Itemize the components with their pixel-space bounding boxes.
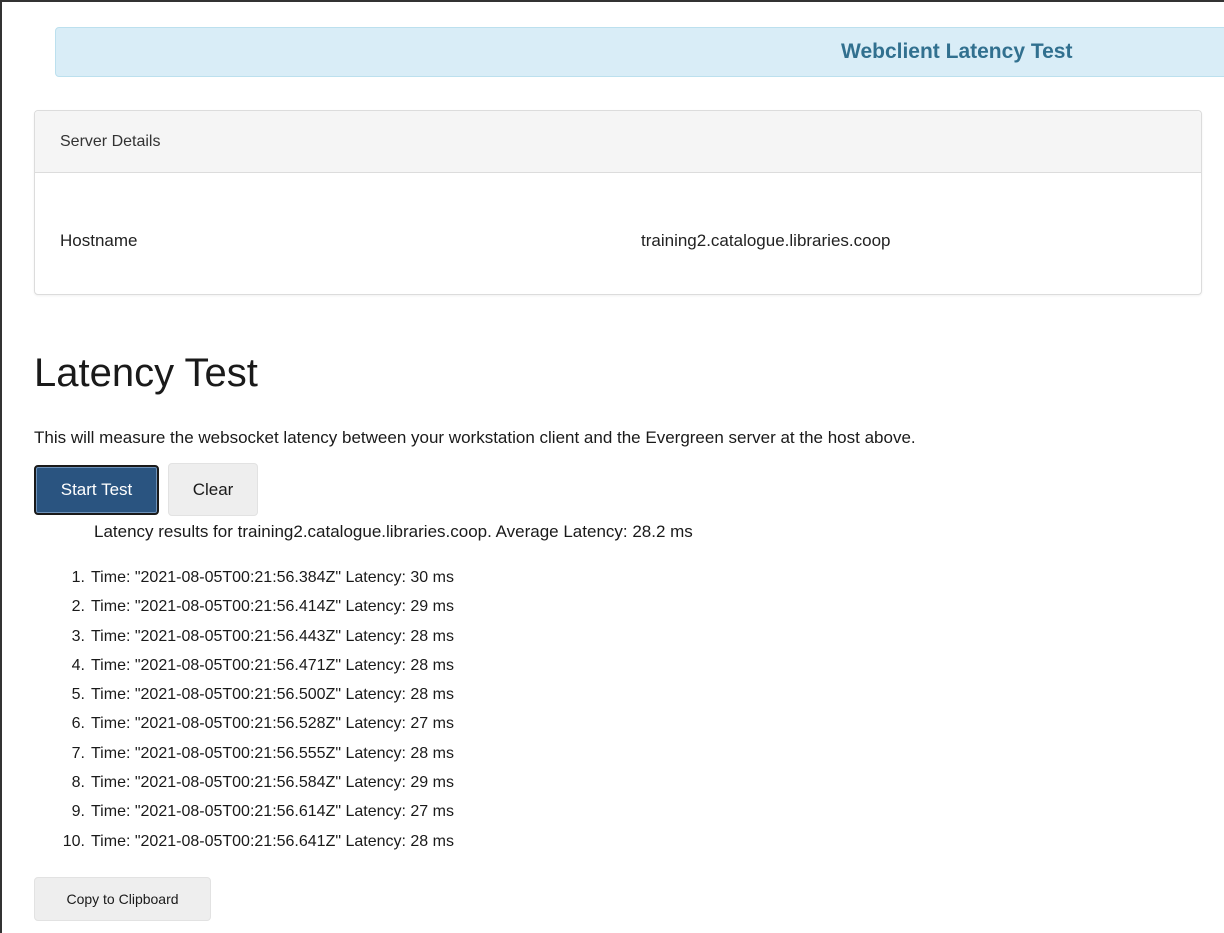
result-number: 9. [71,803,85,821]
result-item: 6. Time: "2021-08-05T00:21:56.528Z" Late… [34,709,454,738]
result-item: 3. Time: "2021-08-05T00:21:56.443Z" Late… [34,622,454,651]
result-text: Time: "2021-08-05T00:21:56.471Z" Latency… [91,656,454,674]
results-summary: Latency results for training2.catalogue.… [94,522,693,541]
hostname-value: training2.catalogue.libraries.coop [641,231,891,250]
page-banner: Webclient Latency Test [55,27,1224,77]
latency-test-description: This will measure the websocket latency … [34,428,916,447]
result-item: 2. Time: "2021-08-05T00:21:56.414Z" Late… [34,592,454,621]
result-number: 6. [71,715,85,733]
result-number: 7. [71,744,85,762]
result-text: Time: "2021-08-05T00:21:56.555Z" Latency… [91,744,454,762]
result-text: Time: "2021-08-05T00:21:56.528Z" Latency… [91,715,454,733]
result-text: Time: "2021-08-05T00:21:56.384Z" Latency… [91,569,454,586]
window-frame-top [0,0,1224,2]
result-text: Time: "2021-08-05T00:21:56.614Z" Latency… [91,803,454,821]
result-number: 4. [71,656,85,674]
results-list: 1. Time: "2021-08-05T00:21:56.384Z" Late… [34,563,454,856]
result-number: 3. [71,627,85,645]
result-number: 10. [62,832,85,850]
clear-button[interactable]: Clear [168,463,258,516]
page-title: Webclient Latency Test [841,40,1073,63]
result-text: Time: "2021-08-05T00:21:56.414Z" Latency… [91,598,454,616]
server-details-title: Server Details [60,133,161,150]
result-item: 9. Time: "2021-08-05T00:21:56.614Z" Late… [34,797,454,826]
result-item: 10. Time: "2021-08-05T00:21:56.641Z" Lat… [34,827,454,856]
hostname-label: Hostname [60,231,138,250]
result-item: 4. Time: "2021-08-05T00:21:56.471Z" Late… [34,651,454,680]
latency-test-heading: Latency Test [34,351,258,395]
result-number: 5. [71,686,85,704]
result-item: 1. Time: "2021-08-05T00:21:56.384Z" Late… [34,563,454,592]
result-item: 5. Time: "2021-08-05T00:21:56.500Z" Late… [34,680,454,709]
result-number: 8. [71,774,85,792]
server-details-heading: Server Details [35,111,1201,173]
window-frame-left [0,0,2,933]
result-text: Time: "2021-08-05T00:21:56.443Z" Latency… [91,627,454,645]
start-test-button[interactable]: Start Test [34,465,159,515]
result-number: 1. [71,569,85,586]
result-number: 2. [71,598,85,616]
copy-to-clipboard-button[interactable]: Copy to Clipboard [34,877,211,921]
result-item: 8. Time: "2021-08-05T00:21:56.584Z" Late… [34,768,454,797]
result-text: Time: "2021-08-05T00:21:56.641Z" Latency… [91,832,454,850]
server-details-panel: Server Details Hostname training2.catalo… [34,110,1202,295]
result-text: Time: "2021-08-05T00:21:56.500Z" Latency… [91,686,454,704]
result-text: Time: "2021-08-05T00:21:56.584Z" Latency… [91,774,454,792]
result-item: 7. Time: "2021-08-05T00:21:56.555Z" Late… [34,739,454,768]
